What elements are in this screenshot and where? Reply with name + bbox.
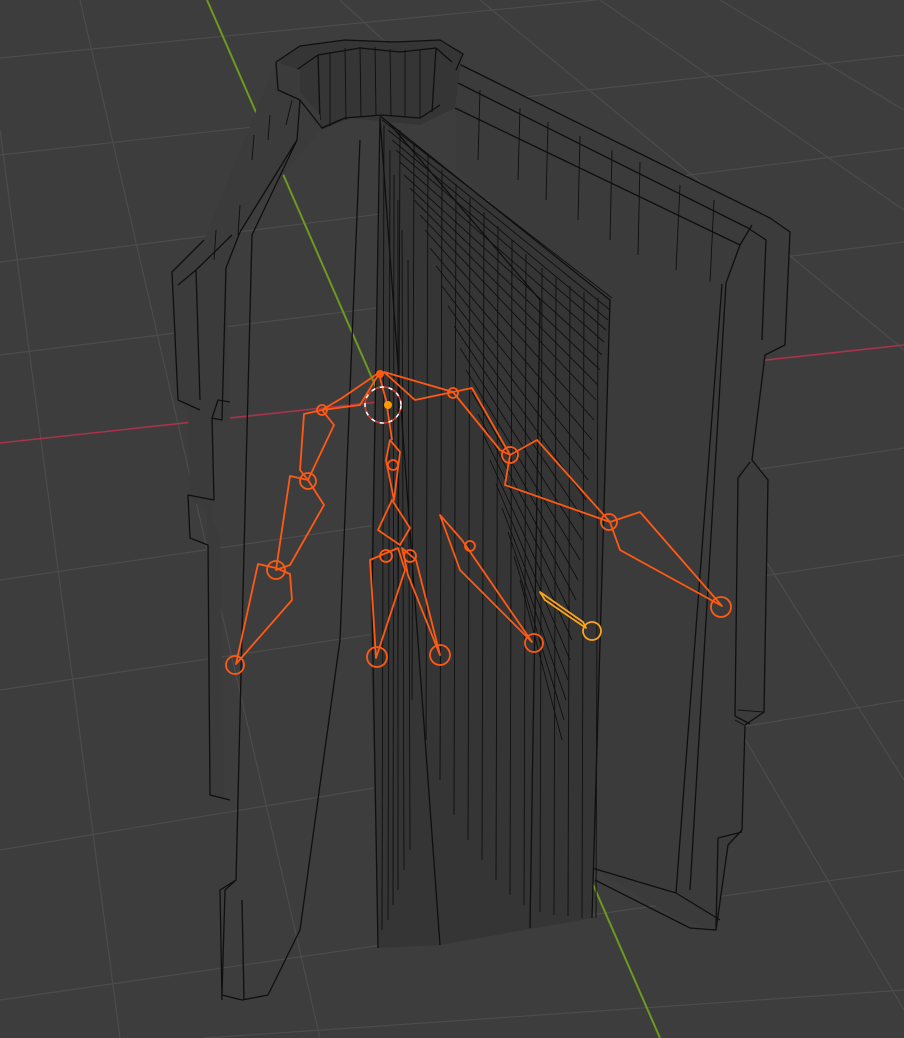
bone-forearm-left[interactable] bbox=[275, 475, 325, 571]
book-mesh-wireframe[interactable] bbox=[171, 39, 791, 1001]
3d-viewport[interactable] bbox=[0, 0, 904, 1038]
bone-upper-arm-left[interactable] bbox=[299, 409, 335, 481]
armature-origin-icon[interactable] bbox=[376, 370, 384, 378]
bone-hand-left[interactable] bbox=[235, 563, 293, 665]
viewport-canvas[interactable] bbox=[0, 0, 904, 1038]
object-origin-icon[interactable] bbox=[384, 401, 392, 409]
